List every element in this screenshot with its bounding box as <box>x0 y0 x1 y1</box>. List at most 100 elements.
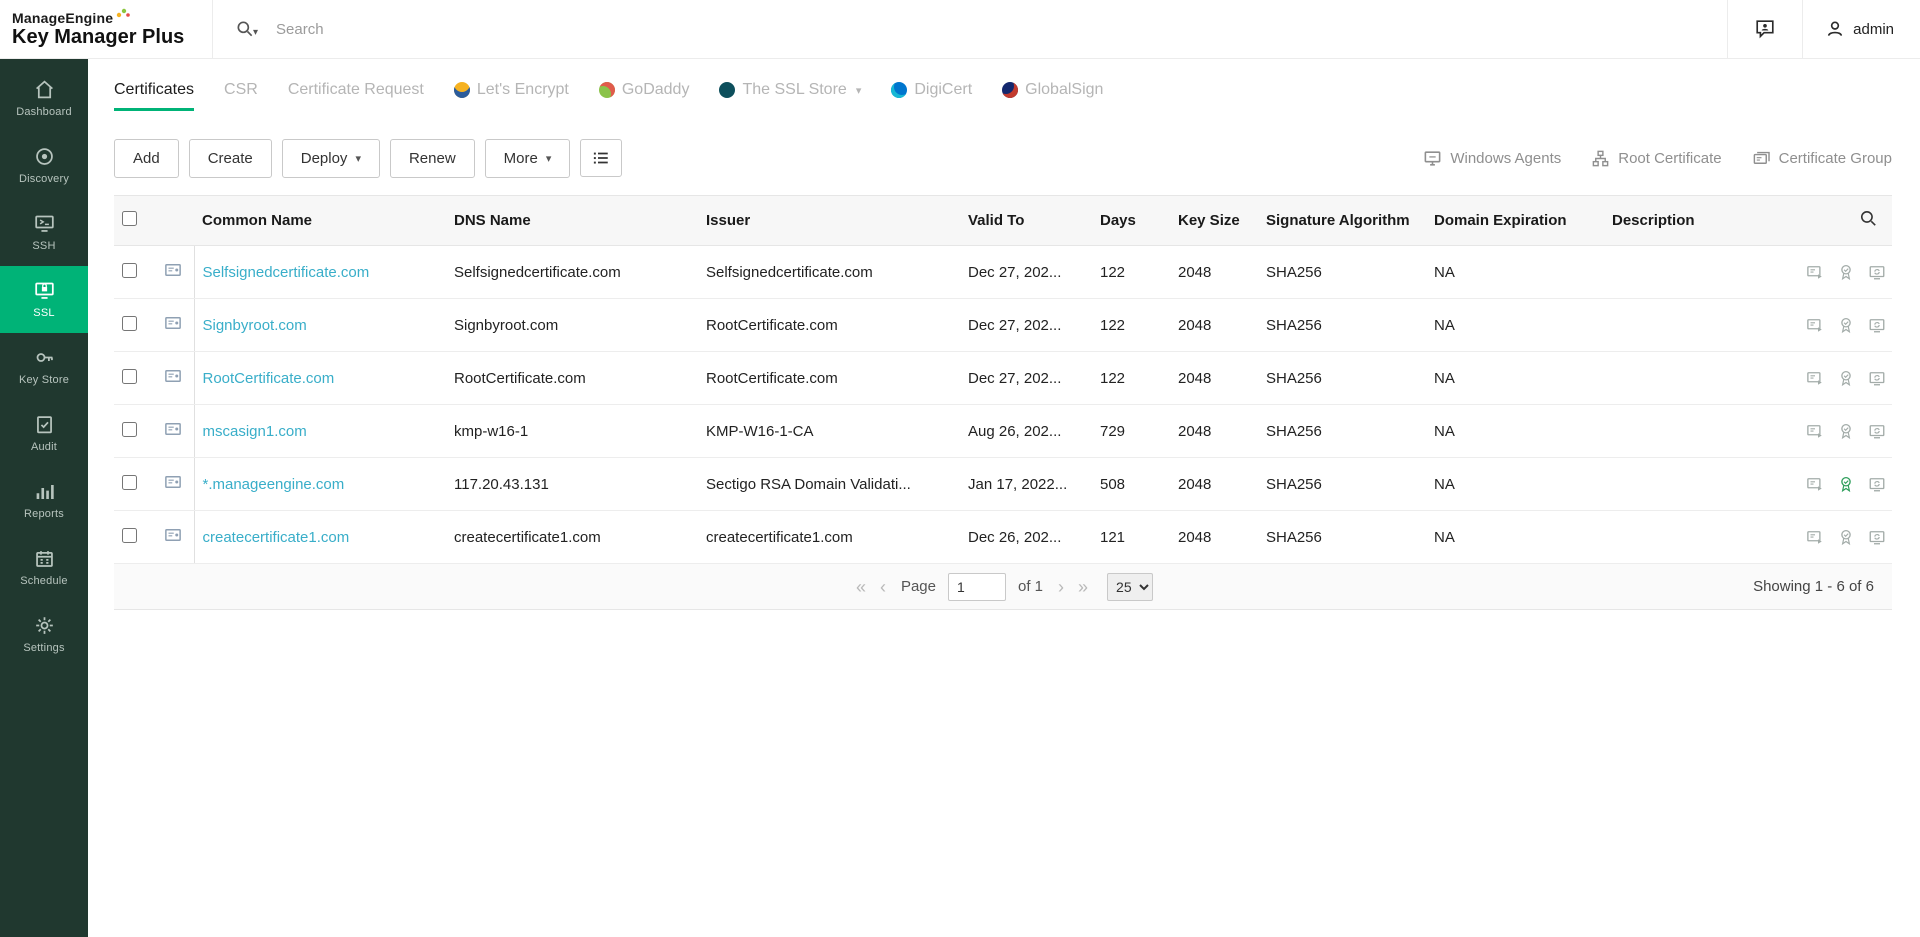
certificate-link[interactable]: RootCertificate.com <box>203 370 335 387</box>
tab-godaddy[interactable]: GoDaddy <box>599 59 690 121</box>
valid-to-cell: Dec 26, 202... <box>960 511 1092 564</box>
sidebar-item-dashboard[interactable]: Dashboard <box>0 65 88 132</box>
column-header-description[interactable]: Description <box>1604 196 1772 246</box>
certificate-link[interactable]: Selfsignedcertificate.com <box>203 264 370 281</box>
search-icon[interactable] <box>235 19 255 39</box>
signature-algorithm-cell: SHA256 <box>1258 299 1426 352</box>
column-header-domain-expiration[interactable]: Domain Expiration <box>1426 196 1604 246</box>
search-scope-caret-icon[interactable]: ▾ <box>253 27 258 38</box>
description-cell <box>1604 458 1772 511</box>
search-input[interactable] <box>276 21 696 38</box>
renew-certificate-icon[interactable] <box>1868 475 1886 493</box>
certificate-link[interactable]: createcertificate1.com <box>203 529 350 546</box>
renew-certificate-icon[interactable] <box>1868 369 1886 387</box>
sidebar-item-ssl[interactable]: SSL <box>0 266 88 333</box>
row-checkbox[interactable] <box>122 475 137 490</box>
sign-certificate-icon[interactable] <box>1837 369 1855 387</box>
sign-certificate-icon[interactable] <box>1837 316 1855 334</box>
pagination-bar: « ‹ Page of 1 › » 25 Showing 1 - 6 of 6 <box>114 564 1892 610</box>
add-button[interactable]: Add <box>114 139 179 178</box>
deploy-certificate-icon[interactable] <box>1806 263 1824 281</box>
sign-certificate-icon[interactable] <box>1837 263 1855 281</box>
issuer-cell: KMP-W16-1-CA <box>698 405 960 458</box>
table-search-icon[interactable] <box>1859 209 1878 228</box>
create-button[interactable]: Create <box>189 139 272 178</box>
tab-csr[interactable]: CSR <box>224 59 258 121</box>
previous-page-button[interactable]: ‹ <box>877 578 889 596</box>
sidebar-item-audit[interactable]: Audit <box>0 400 88 467</box>
user-menu[interactable]: admin <box>1803 0 1920 58</box>
key-size-cell: 2048 <box>1170 299 1258 352</box>
link-label: Certificate Group <box>1779 150 1892 167</box>
renew-certificate-icon[interactable] <box>1868 316 1886 334</box>
windows-agents-link[interactable]: Windows Agents <box>1423 149 1561 168</box>
valid-to-cell: Dec 27, 202... <box>960 246 1092 299</box>
days-cell: 122 <box>1092 352 1170 405</box>
row-checkbox[interactable] <box>122 422 137 437</box>
tab-globalsign[interactable]: GlobalSign <box>1002 59 1103 121</box>
page-total-label: of 1 <box>1018 578 1043 595</box>
deploy-certificate-icon[interactable] <box>1806 422 1824 440</box>
deploy-certificate-icon[interactable] <box>1806 528 1824 546</box>
row-checkbox[interactable] <box>122 316 137 331</box>
certificate-link[interactable]: mscasign1.com <box>203 423 307 440</box>
feedback-button[interactable] <box>1728 0 1802 58</box>
tab-certificate-request[interactable]: Certificate Request <box>288 59 424 121</box>
table-row: Selfsignedcertificate.com Selfsignedcert… <box>114 246 1892 299</box>
sidebar-item-discovery[interactable]: Discovery <box>0 132 88 199</box>
sign-certificate-icon[interactable] <box>1837 422 1855 440</box>
deploy-button[interactable]: Deploy▾ <box>282 139 380 178</box>
tab-certificates[interactable]: Certificates <box>114 59 194 121</box>
key-icon <box>34 347 55 368</box>
column-header-key-size[interactable]: Key Size <box>1170 196 1258 246</box>
page-size-select[interactable]: 25 <box>1107 573 1153 601</box>
deploy-certificate-icon[interactable] <box>1806 475 1824 493</box>
column-header-valid-to[interactable]: Valid To <box>960 196 1092 246</box>
more-button[interactable]: More▾ <box>485 139 571 178</box>
certificates-toolbar: Add Create Deploy▾ Renew More▾ Windows A… <box>88 121 1920 195</box>
description-cell <box>1604 511 1772 564</box>
column-view-button[interactable] <box>580 139 622 177</box>
sign-certificate-icon[interactable] <box>1837 475 1855 493</box>
next-page-button[interactable]: › <box>1055 578 1067 596</box>
column-header-days[interactable]: Days <box>1092 196 1170 246</box>
row-checkbox[interactable] <box>122 263 137 278</box>
brand-name: ManageEngine <box>12 11 113 25</box>
row-checkbox[interactable] <box>122 369 137 384</box>
deploy-certificate-icon[interactable] <box>1806 369 1824 387</box>
certificate-link[interactable]: Signbyroot.com <box>203 317 307 334</box>
user-icon <box>1825 19 1845 39</box>
row-checkbox[interactable] <box>122 528 137 543</box>
certificate-card-icon <box>164 526 182 544</box>
brand-logo[interactable]: ManageEngine Key Manager Plus <box>0 11 212 47</box>
sidebar-item-schedule[interactable]: Schedule <box>0 534 88 601</box>
sidebar-item-reports[interactable]: Reports <box>0 467 88 534</box>
valid-to-cell: Aug 26, 202... <box>960 405 1092 458</box>
renew-certificate-icon[interactable] <box>1868 422 1886 440</box>
last-page-button[interactable]: » <box>1075 578 1091 596</box>
tab-ssl-store[interactable]: The SSL Store ▾ <box>719 59 861 121</box>
app-root: ManageEngine Key Manager Plus ▾ <box>0 0 1920 937</box>
sign-certificate-icon[interactable] <box>1837 528 1855 546</box>
tab-lets-encrypt[interactable]: Let's Encrypt <box>454 59 569 121</box>
renew-certificate-icon[interactable] <box>1868 528 1886 546</box>
page-number-input[interactable] <box>948 573 1006 601</box>
column-header-issuer[interactable]: Issuer <box>698 196 960 246</box>
root-certificate-icon <box>1591 149 1610 168</box>
select-all-checkbox[interactable] <box>122 211 137 226</box>
sidebar-item-key-store[interactable]: Key Store <box>0 333 88 400</box>
column-header-signature-algorithm[interactable]: Signature Algorithm <box>1258 196 1426 246</box>
root-certificate-link[interactable]: Root Certificate <box>1591 149 1721 168</box>
column-header-common-name[interactable]: Common Name <box>194 196 446 246</box>
column-header-dns-name[interactable]: DNS Name <box>446 196 698 246</box>
sidebar-item-settings[interactable]: Settings <box>0 601 88 668</box>
certificate-link[interactable]: *.manageengine.com <box>203 476 345 493</box>
renew-certificate-icon[interactable] <box>1868 263 1886 281</box>
first-page-button[interactable]: « <box>853 578 869 596</box>
feedback-chat-icon <box>1754 18 1776 40</box>
certificate-group-link[interactable]: Certificate Group <box>1752 149 1892 168</box>
sidebar-item-ssh[interactable]: SSH <box>0 199 88 266</box>
renew-button[interactable]: Renew <box>390 139 475 178</box>
tab-digicert[interactable]: DigiCert <box>891 59 972 121</box>
deploy-certificate-icon[interactable] <box>1806 316 1824 334</box>
